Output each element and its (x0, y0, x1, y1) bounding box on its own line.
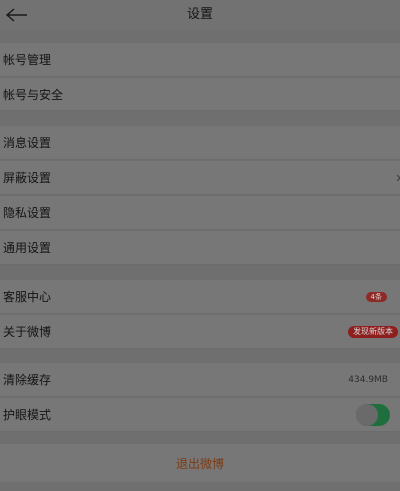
settings-item-message[interactable]: 消息设置 (0, 126, 400, 160)
settings-item-label: 通用设置 (3, 241, 52, 255)
logout-label: 退出微博 (175, 456, 224, 471)
eye-mode-toggle[interactable] (356, 403, 390, 426)
settings-item-label: 关于微博 (3, 325, 52, 339)
top-bar: 设置 (0, 0, 400, 30)
settings-item-about[interactable]: 关于微博 发现新版本 (0, 315, 400, 349)
settings-item-account-security[interactable]: 帐号与安全 (0, 78, 400, 111)
settings-item-label: 屏蔽设置 (3, 171, 52, 185)
settings-item-label: 帐号与安全 (3, 87, 64, 102)
settings-item-label: 护眼模式 (3, 408, 52, 422)
settings-item-general[interactable]: 通用设置 (0, 231, 400, 265)
settings-item-account-management[interactable]: 帐号管理 (0, 43, 400, 77)
notification-badge: 4条 (365, 291, 387, 302)
settings-item-label: 隐私设置 (3, 206, 52, 220)
settings-item-shield[interactable]: 屏蔽设置 (0, 161, 400, 195)
cache-size-value: 434.9MB (348, 374, 388, 385)
settings-item-label: 客服中心 (3, 290, 52, 304)
settings-item-label: 消息设置 (3, 136, 52, 150)
new-version-badge: 发现新版本 (348, 325, 398, 338)
settings-item-label: 清除缓存 (3, 373, 52, 387)
settings-item-customer-service[interactable]: 客服中心 4条 (0, 280, 400, 314)
settings-item-eye-mode: 护眼模式 (0, 398, 400, 432)
page-title: 设置 (186, 7, 213, 22)
settings-item-label: 帐号管理 (3, 53, 52, 67)
logout-button[interactable]: 退出微博 (0, 444, 400, 482)
toggle-knob (356, 403, 378, 426)
settings-item-privacy[interactable]: 隐私设置 (0, 196, 400, 230)
settings-item-clear-cache[interactable]: 清除缓存 434.9MB (0, 363, 400, 397)
